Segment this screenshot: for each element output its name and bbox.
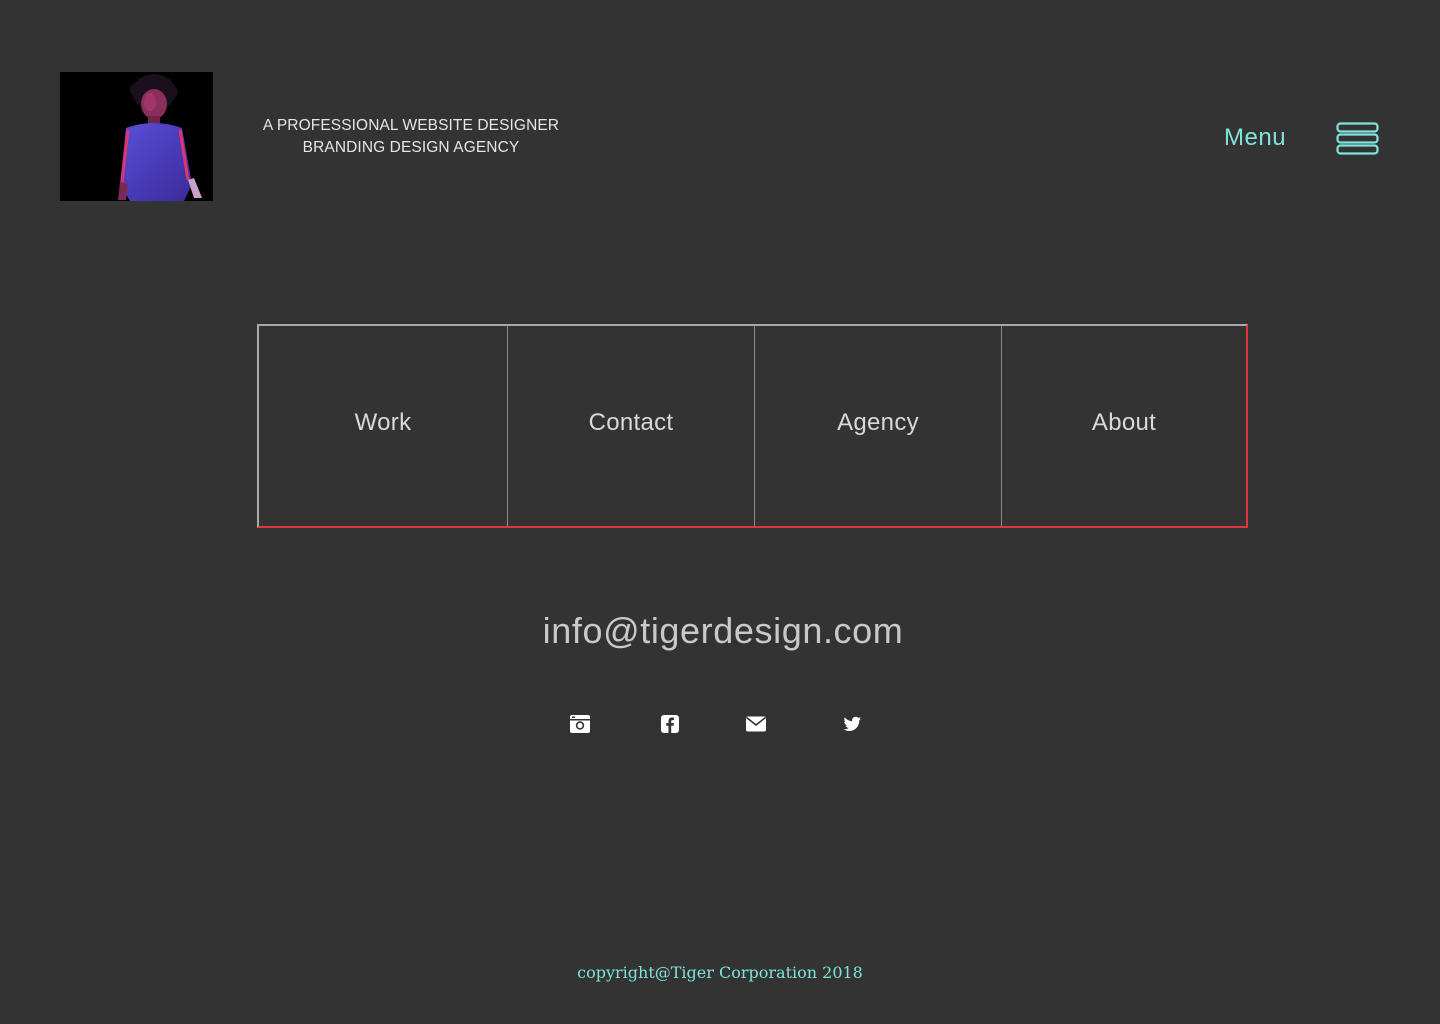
copyright-text: copyright@Tiger Corporation 2018	[577, 963, 863, 982]
tagline-line-2: BRANDING DESIGN AGENCY	[302, 139, 520, 156]
nav-item-work[interactable]: Work	[259, 326, 507, 526]
twitter-icon[interactable]	[840, 712, 864, 736]
facebook-icon[interactable]	[658, 712, 682, 736]
logo-image[interactable]	[60, 72, 213, 201]
tagline: A PROFESSIONAL WEBSITE DESIGNER BRANDING…	[262, 115, 560, 159]
main-navigation: Work Contact Agency About	[257, 324, 1248, 528]
hamburger-menu-icon[interactable]	[1336, 122, 1379, 155]
menu-button[interactable]: Menu	[1224, 124, 1286, 152]
nav-item-about-label: About	[1091, 409, 1157, 436]
nav-item-contact-label: Contact	[588, 409, 674, 436]
nav-item-agency-label: Agency	[837, 409, 919, 436]
mail-icon[interactable]	[744, 712, 768, 736]
nav-item-agency[interactable]: Agency	[755, 326, 1001, 526]
instagram-icon[interactable]	[568, 712, 592, 736]
nav-item-work-label: Work	[354, 409, 412, 436]
tagline-line-1: A PROFESSIONAL WEBSITE DESIGNER	[262, 117, 560, 134]
nav-item-about[interactable]: About	[1002, 326, 1246, 526]
nav-item-contact[interactable]: Contact	[508, 326, 754, 526]
email-link[interactable]: info@tigerdesign.com	[443, 610, 1003, 652]
